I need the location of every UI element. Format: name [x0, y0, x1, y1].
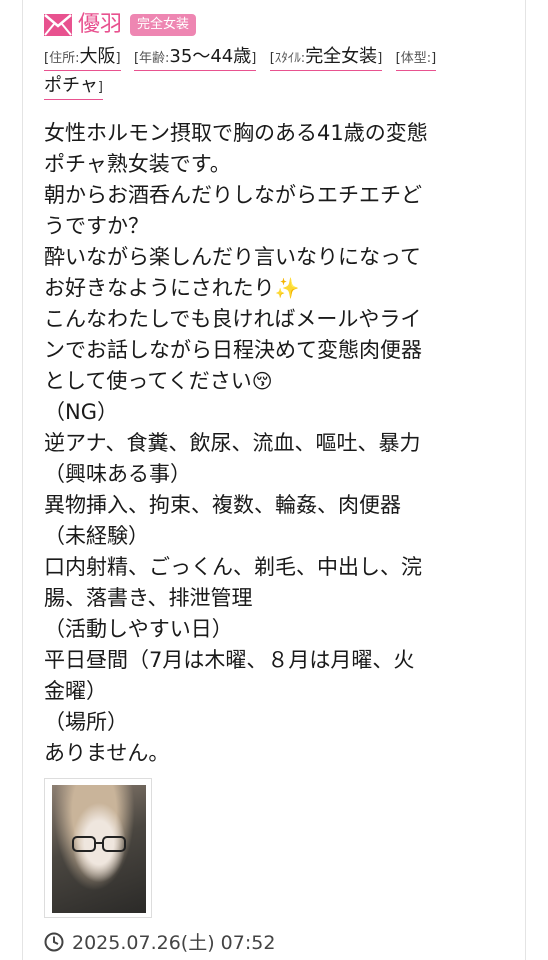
post-line: ありません。 [44, 741, 170, 765]
clock-icon [44, 932, 64, 951]
kissing-face-icon: 😚 [251, 369, 273, 393]
post-line: （活動しやすい日） [44, 617, 233, 641]
post-line: ンでお話しながら日程決めて変態肉便器 [44, 338, 422, 362]
post-line: （NG） [44, 400, 118, 424]
timestamp-text: 2025.07.26(土) 07:52 [72, 932, 276, 954]
profile-tags: [住所:大阪] [年齢:35〜44歳] [ｽﾀｲﾙ:完全女装] [体型:] ポチ… [44, 43, 514, 101]
post-line: お好きなようにされたり✨ [44, 273, 514, 304]
post-line: こんなわたしでも良ければメールやライ [44, 307, 422, 331]
post-line: 逆アナ、食糞、飲尿、流血、嘔吐、暴力 [44, 431, 421, 455]
tag-body-type-value: ポチャ] [44, 75, 103, 100]
post-line: 朝からお酒呑んだりしながらエチエチど [44, 183, 422, 207]
post-line: ポチャ熟女装です。 [44, 152, 231, 176]
post-body: 女性ホルモン摂取で胸のある41歳の変態 ポチャ熟女装です。 朝からお酒呑んだりし… [44, 118, 514, 769]
tag-age: [年齢:35〜44歳] [133, 46, 257, 71]
post-line: （場所） [44, 710, 128, 734]
profile-header: 優羽 完全女装 [44, 10, 197, 40]
post-line: 異物挿入、拘束、複数、輪姦、肉便器 [44, 493, 401, 517]
post-line: 女性ホルモン摂取で胸のある41歳の変態 [44, 121, 428, 145]
tag-style: [ｽﾀｲﾙ:完全女装] [269, 46, 383, 71]
post-line: （興味ある事） [44, 462, 191, 486]
post-line: 平日昼間（7月は木曜、８月は月曜、火 [44, 648, 415, 672]
sparkles-icon: ✨ [274, 276, 300, 300]
mail-icon[interactable] [44, 14, 72, 36]
post-timestamp: 2025.07.26(土) 07:52 [44, 928, 275, 955]
post-line: 口内射精、ごっくん、剃毛、中出し、浣 [44, 555, 422, 579]
profile-name[interactable]: 優羽 [78, 11, 122, 39]
style-badge: 完全女装 [130, 14, 197, 36]
tag-location: [住所:大阪] [44, 46, 121, 71]
post-line: （未経験） [44, 524, 149, 548]
post-line: として使ってください😚 [44, 366, 514, 397]
post-line: 金曜） [44, 679, 107, 703]
tag-body-type: [体型:] [395, 46, 437, 71]
post-photo[interactable] [52, 785, 146, 913]
glasses-shape [72, 836, 126, 852]
post-line: 酔いながら楽しんだり言いなりになって [44, 245, 421, 269]
post-line: うですか？ [44, 214, 149, 238]
post-line: 腸、落書き、排泄管理 [44, 586, 253, 610]
post-photo-thumbnail[interactable] [44, 778, 152, 918]
